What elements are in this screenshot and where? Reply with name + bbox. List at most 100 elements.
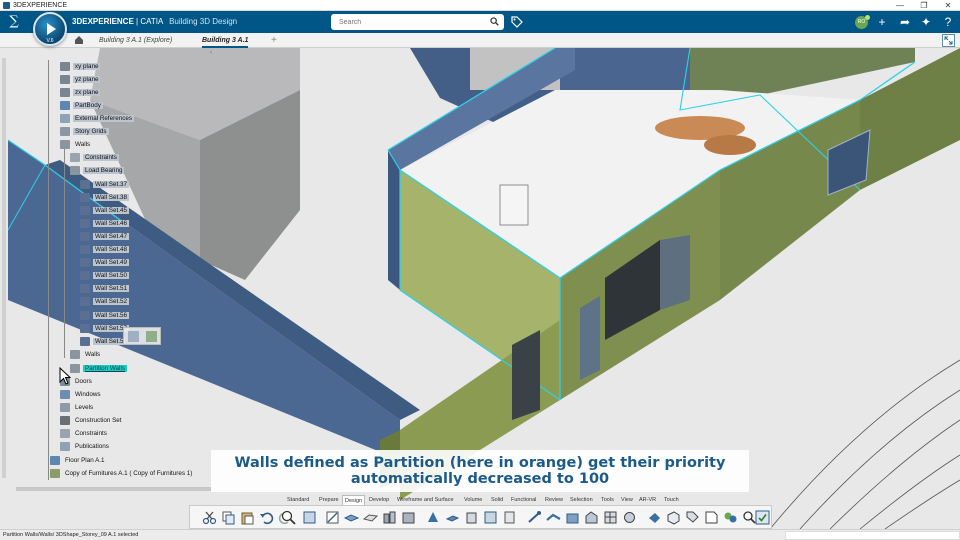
tree-node-copy-of-furnitures[interactable]: Copy of Furnitures A.1 ( Copy of Furnitu… — [50, 468, 194, 479]
context-toolbar[interactable] — [123, 327, 161, 345]
tools-icon[interactable]: ✦ — [919, 15, 933, 29]
wall-set-icon[interactable] — [401, 510, 416, 525]
zoom-icon[interactable] — [281, 510, 296, 525]
tree-node-constraints[interactable]: Constraints — [70, 152, 119, 163]
apply-icon[interactable] — [755, 510, 770, 525]
cube-icon[interactable] — [666, 510, 681, 525]
tree-node-xy-plane[interactable]: xy plane — [60, 61, 101, 72]
book-icon[interactable] — [302, 510, 317, 525]
section-tab-prepare[interactable]: Prepare — [317, 495, 341, 505]
tree-node-wall-set[interactable]: Wall Set.38 — [80, 192, 129, 203]
roof-icon[interactable] — [584, 510, 599, 525]
tree-node-wall-set[interactable]: Wall Set.5 — [80, 336, 126, 347]
search-input[interactable] — [331, 14, 504, 30]
levels-icon — [60, 403, 70, 412]
tree-node-load-bearing[interactable]: Load Bearing — [70, 165, 125, 176]
tree-node-wall-set[interactable]: Wall Set.45 — [80, 205, 129, 216]
tree-node-partition-walls[interactable]: Partition Walls — [70, 363, 128, 374]
plane-icon[interactable] — [363, 510, 378, 525]
material-icon[interactable] — [723, 510, 738, 525]
tree-node-wall-set[interactable]: Wall Set.50 — [80, 270, 129, 281]
sketch-icon[interactable] — [325, 510, 340, 525]
layers-icon[interactable] — [344, 510, 359, 525]
tree-collapse-icon[interactable]: ‹ — [210, 50, 219, 57]
section-tab-functional[interactable]: Functional — [509, 495, 538, 505]
tree-node-walls[interactable]: Walls — [70, 349, 102, 360]
tree-node-external-references[interactable]: External References — [60, 113, 135, 124]
command-input[interactable] — [785, 531, 960, 540]
tree-node-wall-set[interactable]: Wall Set.47 — [80, 231, 129, 242]
section-tab-selection[interactable]: Selection — [568, 495, 595, 505]
tree-node-floor-plan[interactable]: Floor Plan A.1 — [50, 455, 107, 466]
tab-building[interactable]: Building 3 A.1 — [202, 33, 249, 48]
section-tab-volume[interactable]: Volume — [462, 495, 484, 505]
section-tab-standard[interactable]: Standard — [285, 495, 311, 505]
avatar[interactable]: RO — [855, 15, 870, 29]
section-tab-design[interactable]: Design — [342, 495, 366, 505]
expand-icon[interactable] — [942, 34, 955, 47]
tree-node-partbody[interactable]: PartBody — [60, 100, 103, 111]
minimize-button[interactable]: — — [888, 0, 912, 11]
ds-logo-icon[interactable]: ∑ — [6, 14, 22, 30]
pad-icon[interactable] — [426, 510, 441, 525]
add-tab-button[interactable]: + — [271, 33, 277, 48]
copy-icon[interactable] — [221, 510, 236, 525]
wall-icon[interactable] — [382, 510, 397, 525]
maximize-button[interactable]: ❐ — [912, 0, 936, 11]
opening-icon[interactable] — [527, 510, 542, 525]
section-tab-view[interactable]: View — [619, 495, 635, 505]
share-icon[interactable]: ➦ — [898, 15, 912, 29]
tree-node-publications[interactable]: Publications — [60, 441, 111, 452]
close-window-button[interactable]: ✕ — [936, 0, 960, 11]
section-tab-develop[interactable]: Develop — [367, 495, 391, 505]
tree-node-wall-set[interactable]: Wall Set.49 — [80, 257, 129, 268]
beam-icon[interactable] — [483, 510, 498, 525]
stair-icon[interactable] — [565, 510, 580, 525]
tree-node-yz-plane[interactable]: yz plane — [60, 74, 101, 85]
slab-icon[interactable] — [464, 510, 479, 525]
point-icon[interactable] — [445, 510, 460, 525]
tree-node-walls[interactable]: Walls — [60, 139, 92, 150]
tree-node-wall-set[interactable]: Wall Set.48 — [80, 244, 129, 255]
tree-node-wall-set[interactable]: Wall Set.46 — [80, 218, 129, 229]
tree-node-constraints[interactable]: Constraints — [60, 428, 109, 439]
paste-icon[interactable] — [240, 510, 255, 525]
tag-tool-icon[interactable] — [685, 510, 700, 525]
grid-icon[interactable] — [622, 510, 637, 525]
os-title-bar: 3DEXPERIENCE — ❐ ✕ — [0, 0, 960, 11]
search-icon[interactable] — [490, 17, 499, 26]
tree-node-windows[interactable]: Windows — [60, 389, 103, 400]
cut-icon[interactable] — [202, 510, 217, 525]
section-tab-solid[interactable]: Solid — [489, 495, 505, 505]
section-tab-ar-vr[interactable]: AR-VR — [637, 495, 658, 505]
tag-icon[interactable] — [511, 16, 523, 28]
tree-node-construction-set[interactable]: Construction Set — [60, 415, 124, 426]
tab-explore[interactable]: Building 3 A.1 (Explore) — [99, 33, 172, 48]
tree-node-story-grids[interactable]: Story Grids — [60, 126, 109, 137]
section-tab-tools[interactable]: Tools — [599, 495, 616, 505]
home-icon[interactable] — [74, 35, 84, 45]
compass-icon[interactable]: V.6 — [33, 12, 67, 46]
help-icon[interactable]: ? — [941, 15, 955, 29]
section-tab-touch[interactable]: Touch — [662, 495, 681, 505]
tree-horizontal-scrollbar[interactable] — [16, 487, 212, 491]
measure-icon[interactable] — [647, 510, 662, 525]
undo-icon[interactable] — [259, 510, 274, 525]
tree-node-wall-set[interactable]: Wall Set.37 — [80, 179, 129, 190]
tree-node-zx-plane[interactable]: zx plane — [60, 87, 101, 98]
tree-node-wall-set[interactable]: Wall Set.57 — [80, 323, 129, 334]
tree-vertical-scrollbar[interactable] — [2, 58, 6, 478]
space-icon[interactable] — [603, 510, 618, 525]
section-tab-review[interactable]: Review — [543, 495, 565, 505]
line-icon[interactable] — [546, 510, 561, 525]
annotate-icon[interactable] — [704, 510, 719, 525]
section-tab-wireframe[interactable]: Wireframe and Surface — [395, 495, 456, 505]
tree-node-wall-set[interactable]: Wall Set.51 — [80, 283, 129, 294]
brand-context: Building 3D Design — [169, 17, 238, 26]
plane-icon — [60, 88, 70, 97]
tree-node-wall-set[interactable]: Wall Set.56 — [80, 310, 129, 321]
tree-node-wall-set[interactable]: Wall Set.52 — [80, 296, 129, 307]
column-icon[interactable] — [502, 510, 517, 525]
tree-node-levels[interactable]: Levels — [60, 402, 95, 413]
add-icon[interactable]: + — [875, 15, 889, 29]
